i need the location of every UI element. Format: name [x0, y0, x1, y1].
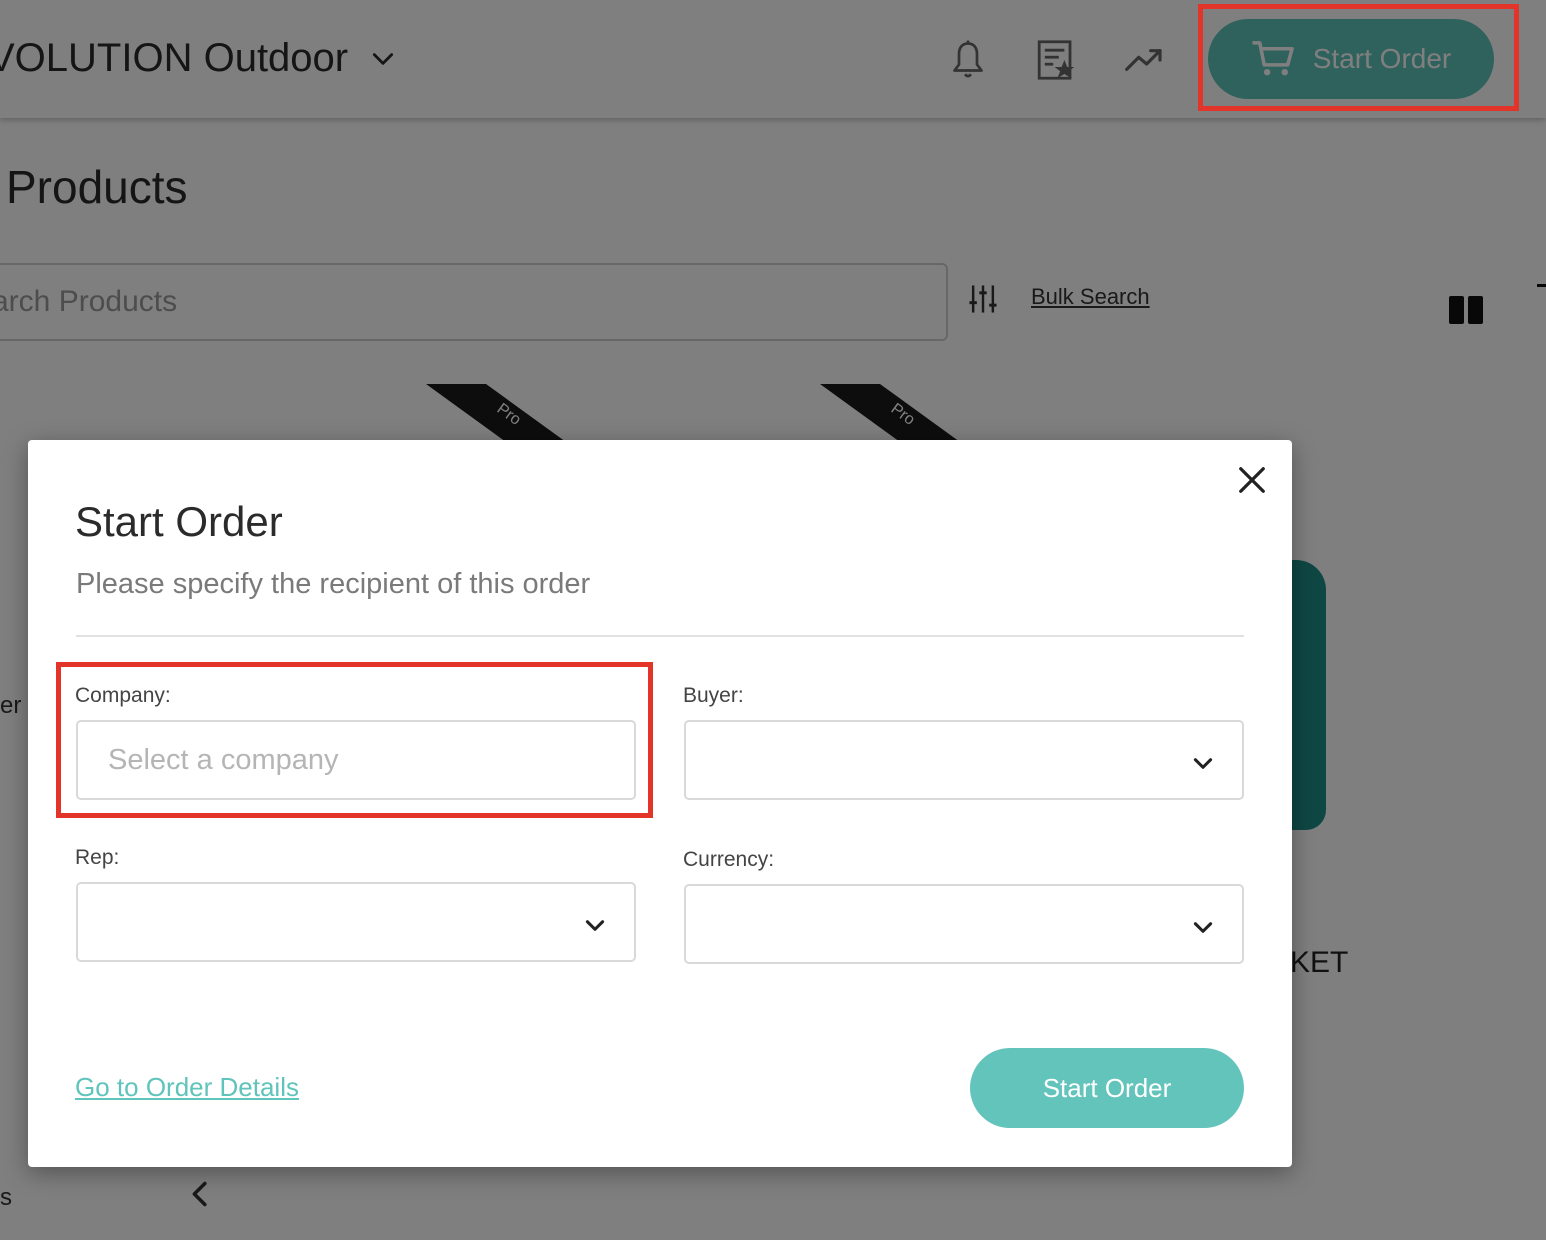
buyer-select[interactable]	[684, 720, 1244, 800]
modal-title: Start Order	[75, 498, 283, 545]
chevron-down-icon	[1193, 758, 1213, 769]
go-to-order-details-link[interactable]: Go to Order Details	[75, 1072, 299, 1103]
buyer-label: Buyer:	[683, 684, 744, 707]
chevron-down-icon	[1193, 922, 1213, 933]
start-order-modal: Start Order Please specify the recipient…	[28, 440, 1292, 1167]
currency-select[interactable]	[684, 884, 1244, 964]
start-order-submit-button[interactable]: Start Order	[970, 1048, 1244, 1128]
rep-label: Rep:	[75, 846, 120, 869]
currency-label: Currency:	[683, 848, 775, 871]
divider	[76, 635, 1244, 637]
rep-select[interactable]	[76, 882, 636, 962]
modal-subtitle: Please specify the recipient of this ord…	[76, 568, 591, 600]
chevron-down-icon	[585, 920, 605, 931]
highlight-box-company	[56, 662, 653, 818]
close-icon[interactable]	[1234, 462, 1270, 498]
highlight-box-start-order	[1198, 4, 1519, 111]
